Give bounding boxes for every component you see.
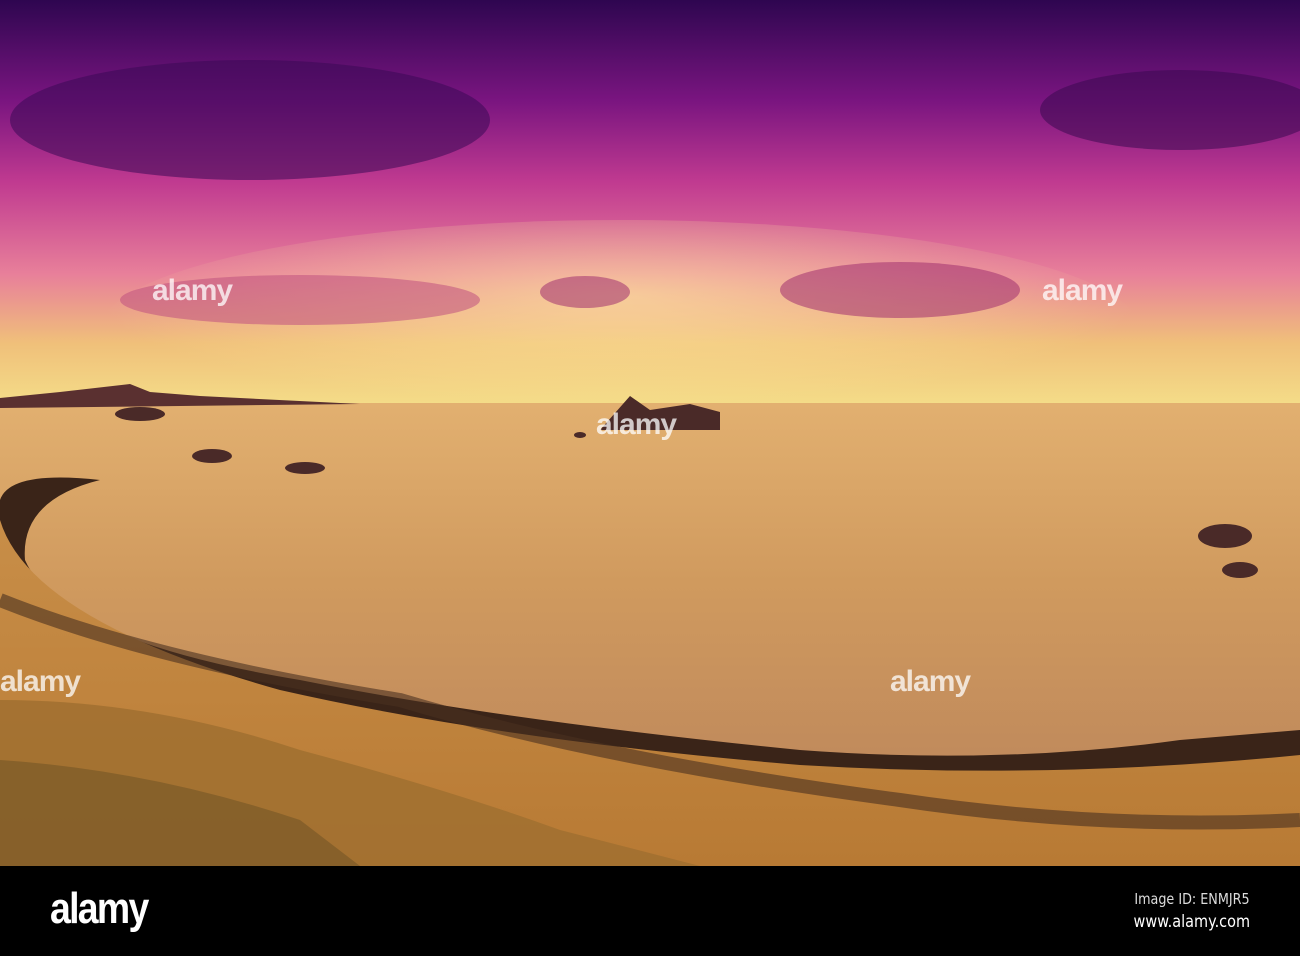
watermark: alamy [596, 408, 677, 441]
watermark: alamy [1042, 274, 1123, 307]
footer-bar: alamy Image ID: ENMJR5 www.alamy.com [0, 866, 1300, 956]
stock-photo: alamy alamy alamy alamy alamy alamy Imag… [0, 0, 1300, 956]
site-url: www.alamy.com [1133, 912, 1250, 932]
alamy-logo: alamy [50, 884, 149, 933]
image-id: Image ID: ENMJR5 [1134, 890, 1250, 908]
watermark: alamy [890, 665, 971, 698]
watermark: alamy [0, 665, 81, 698]
watermark: alamy [152, 274, 233, 307]
